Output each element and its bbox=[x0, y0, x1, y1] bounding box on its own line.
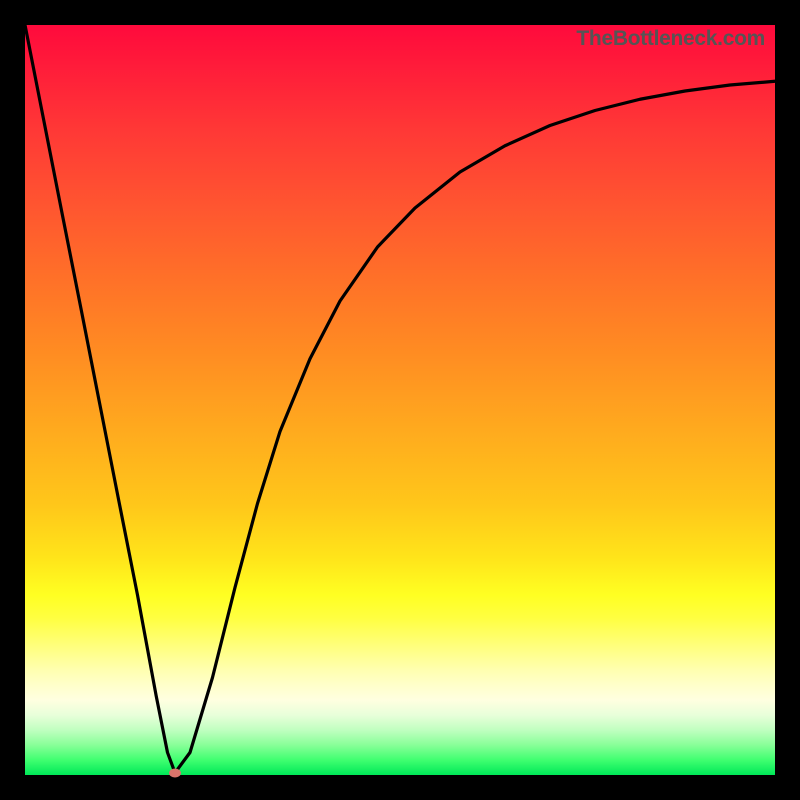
chart-container: TheBottleneck.com bbox=[0, 0, 800, 800]
minimum-marker bbox=[169, 768, 181, 777]
plot-area: TheBottleneck.com bbox=[25, 25, 775, 775]
bottleneck-curve-path bbox=[25, 25, 775, 773]
curve-svg bbox=[25, 25, 775, 775]
